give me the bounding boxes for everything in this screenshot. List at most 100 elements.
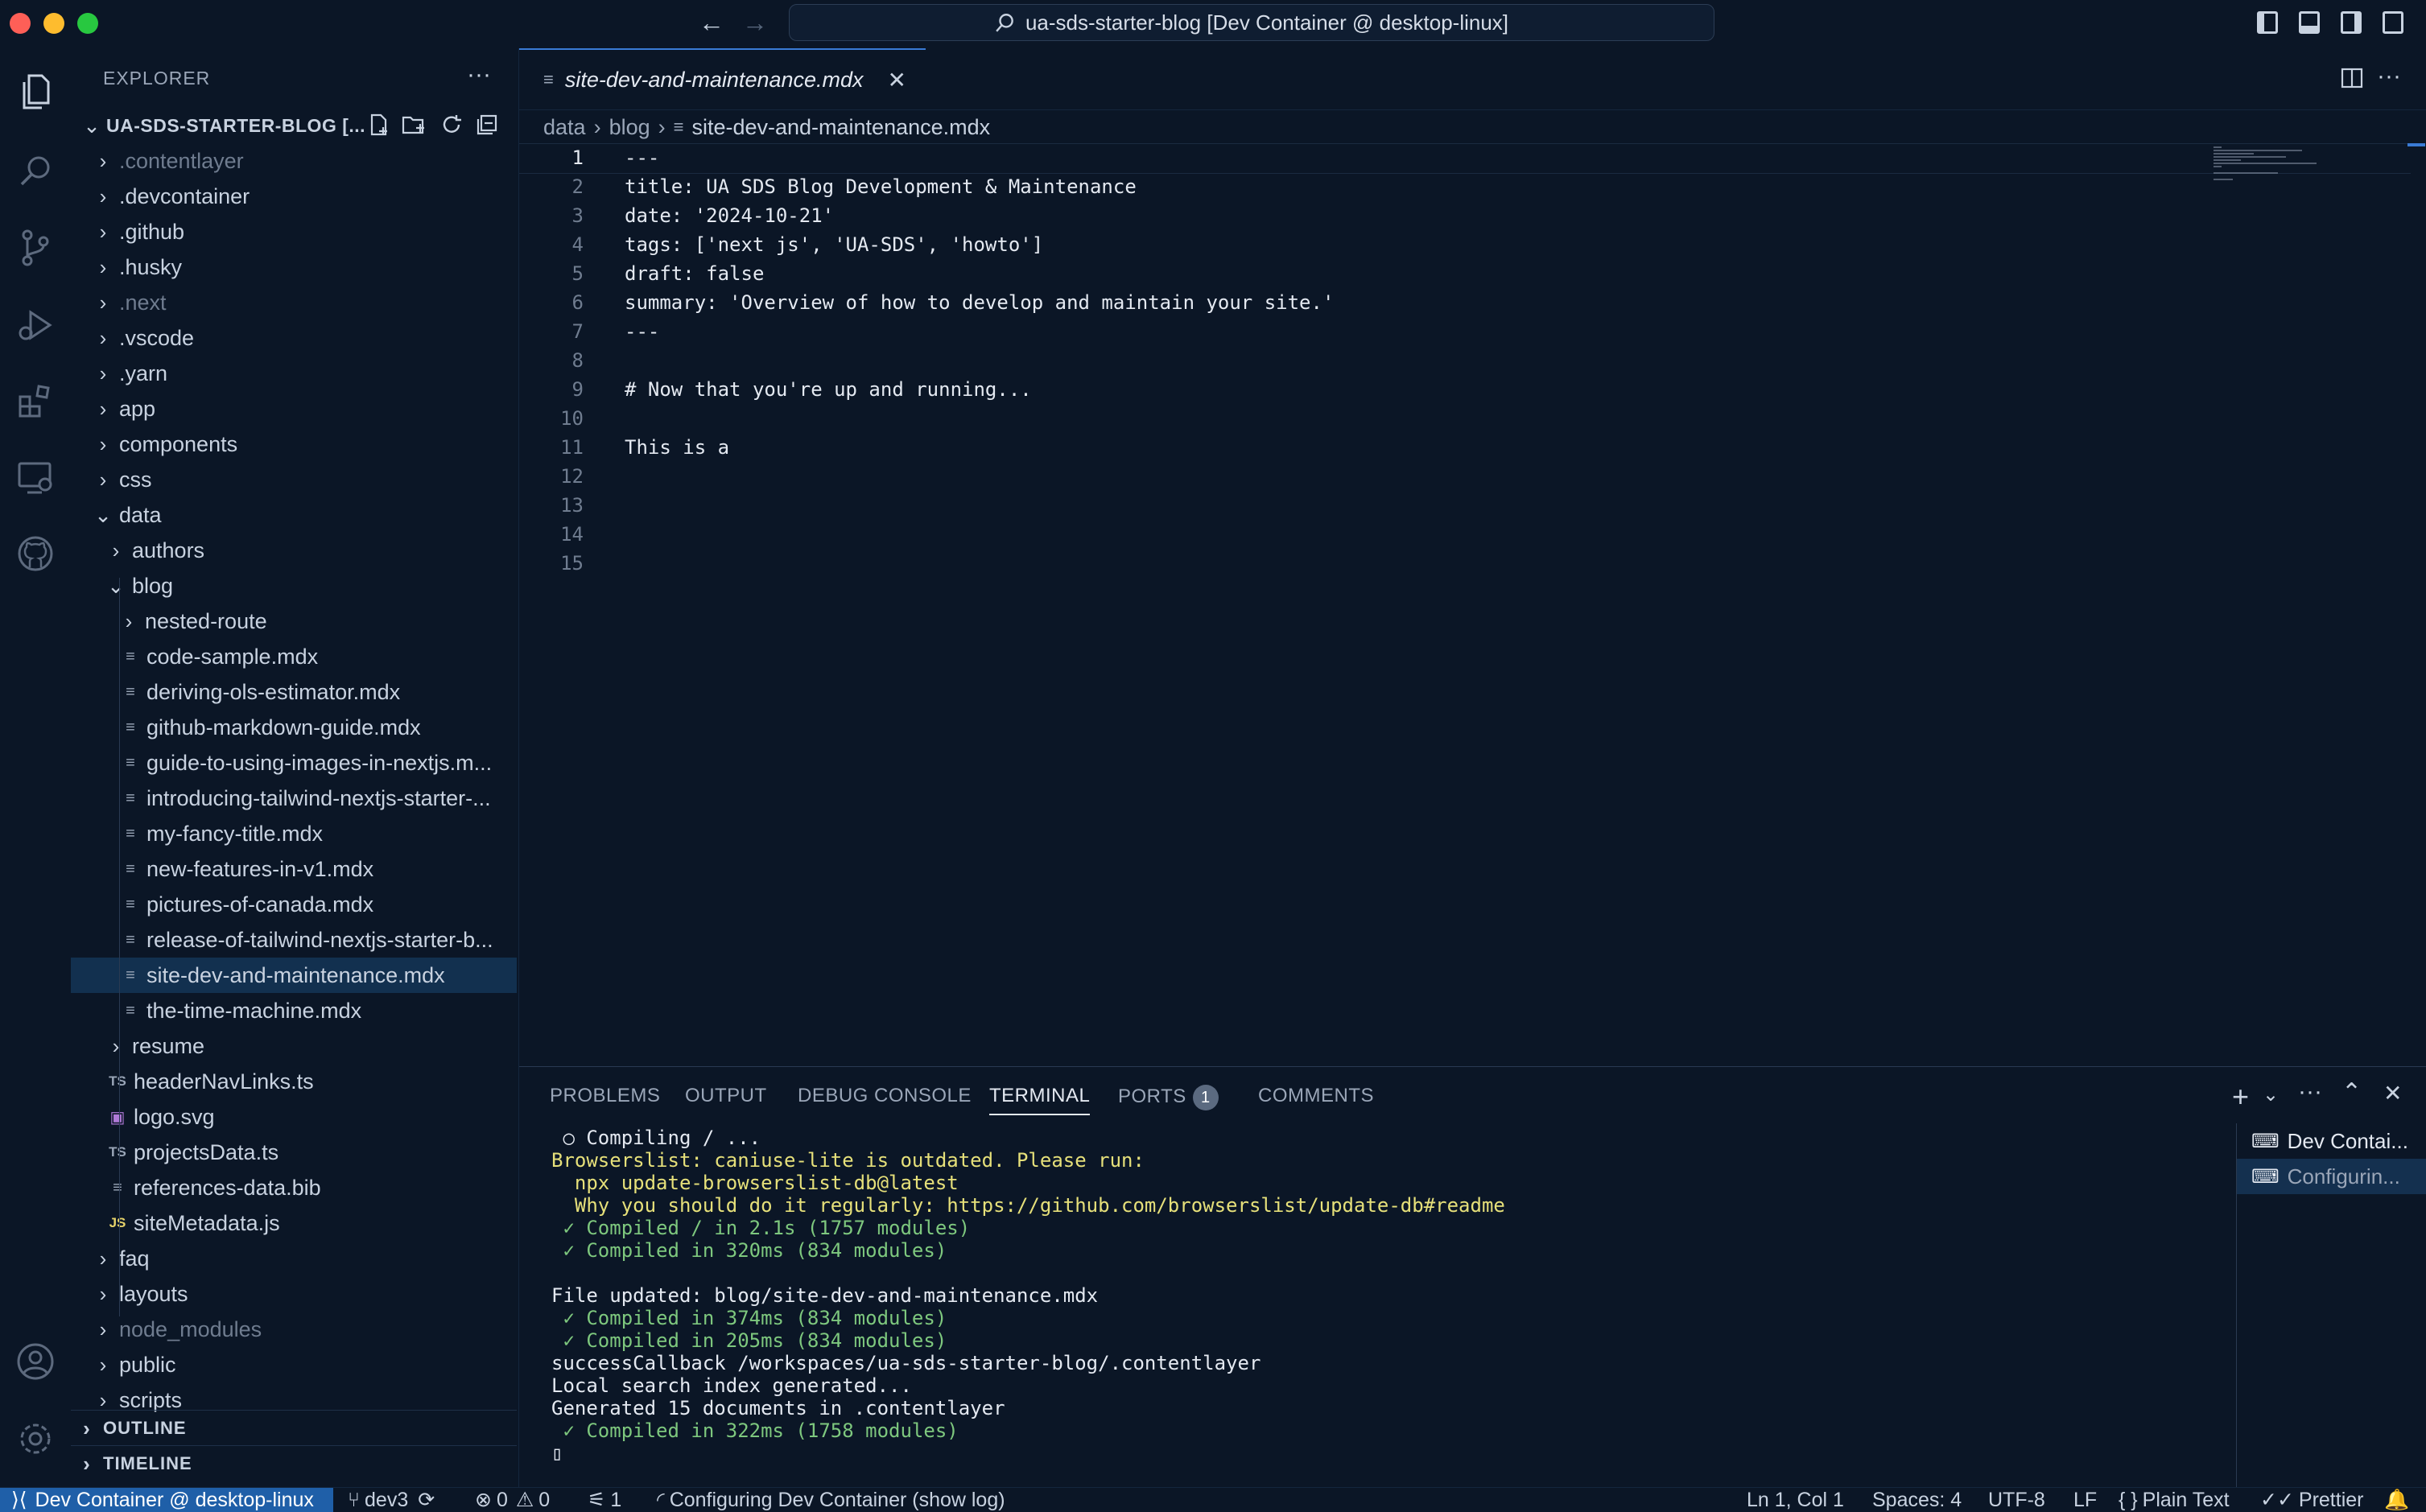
breadcrumb-blog[interactable]: blog — [609, 115, 650, 140]
toggle-primary-sidebar-icon[interactable] — [2257, 11, 2278, 34]
toggle-panel-icon[interactable] — [2299, 11, 2320, 34]
code-line[interactable]: 10 — [519, 404, 2209, 433]
ports-indicator[interactable]: ⚟ 1 — [588, 1488, 621, 1512]
scrollbar[interactable] — [2407, 143, 2425, 146]
terminal-instance[interactable]: ⌨ Dev Contai... — [2237, 1123, 2426, 1159]
panel-tab-ports[interactable]: PORTS 1 — [1118, 1085, 1219, 1110]
maximize-panel-icon[interactable]: ⌃ — [2341, 1078, 2362, 1106]
code-line[interactable]: 9 # Now that you're up and running... — [519, 375, 2209, 404]
tree-file[interactable]: ≡ guide-to-using-images-in-nextjs.m... — [71, 745, 517, 781]
panel-tab-debug-console[interactable]: DEBUG CONSOLE — [798, 1085, 972, 1107]
timeline-section[interactable]: › TIMELINE — [71, 1445, 517, 1481]
panel-tab-output[interactable]: OUTPUT — [685, 1085, 767, 1107]
panel-tab-problems[interactable]: PROBLEMS — [550, 1085, 660, 1107]
close-panel-icon[interactable]: ✕ — [2383, 1080, 2402, 1106]
tree-folder[interactable]: › css — [71, 462, 517, 497]
code-line[interactable]: 11 This is a — [519, 433, 2209, 462]
task-indicator[interactable]: ◜ Configuring Dev Container (show log) — [657, 1488, 1005, 1512]
formatter-indicator[interactable]: ✓✓ Prettier — [2260, 1488, 2364, 1512]
code-line[interactable]: 3 date: '2024-10-21' — [519, 201, 2209, 230]
customize-layout-icon[interactable] — [2383, 11, 2403, 34]
tree-folder[interactable]: › .husky — [71, 249, 517, 285]
outline-section[interactable]: › OUTLINE — [71, 1410, 517, 1446]
tree-folder[interactable]: › node_modules — [71, 1312, 517, 1347]
code-line[interactable]: 4 tags: ['next js', 'UA-SDS', 'howto'] — [519, 230, 2209, 259]
accounts-activity[interactable] — [13, 1339, 58, 1384]
command-center[interactable]: ua-sds-starter-blog [Dev Container @ des… — [789, 4, 1714, 41]
tree-file[interactable]: ≡ references-data.bib — [71, 1170, 517, 1205]
tree-file[interactable]: ≡ deriving-ols-estimator.mdx — [71, 674, 517, 710]
close-tab-icon[interactable]: ✕ — [888, 67, 906, 93]
new-terminal-icon[interactable]: + — [2232, 1080, 2249, 1114]
tree-folder[interactable]: › .contentlayer — [71, 143, 517, 179]
chevron-down-icon[interactable]: ⌄ — [2263, 1083, 2279, 1106]
github-activity[interactable] — [13, 531, 58, 576]
tree-folder[interactable]: › resume — [71, 1028, 517, 1064]
tree-folder[interactable]: › authors — [71, 533, 517, 568]
tree-folder[interactable]: › .devcontainer — [71, 179, 517, 214]
tree-file[interactable]: ≡ release-of-tailwind-nextjs-starter-b... — [71, 922, 517, 958]
tree-folder[interactable]: › nested-route — [71, 604, 517, 639]
end-of-line[interactable]: LF — [2073, 1488, 2097, 1512]
tree-folder[interactable]: ⌄ data — [71, 497, 517, 533]
tree-folder[interactable]: › .github — [71, 214, 517, 249]
panel-tab-comments[interactable]: COMMENTS — [1258, 1085, 1374, 1107]
cursor-position[interactable]: Ln 1, Col 1 — [1747, 1488, 1844, 1512]
code-line[interactable]: 8 — [519, 346, 2209, 375]
close-window-button[interactable] — [10, 13, 31, 34]
problems-indicator[interactable]: ⊗ 0 ⚠ 0 — [475, 1488, 550, 1512]
explorer-activity[interactable] — [13, 69, 58, 114]
code-line[interactable]: 2 title: UA SDS Blog Development & Mainte… — [519, 172, 2209, 201]
terminal-instance[interactable]: ⌨ Configurin... — [2237, 1159, 2426, 1194]
code-line[interactable]: 5 draft: false — [519, 259, 2209, 288]
tree-folder[interactable]: › public — [71, 1347, 517, 1382]
collapse-folders-icon[interactable] — [475, 113, 499, 141]
remote-explorer-activity[interactable] — [13, 455, 58, 501]
tree-file[interactable]: ▣ logo.svg — [71, 1099, 517, 1135]
more-actions-icon[interactable]: ··· — [467, 61, 491, 89]
minimap[interactable] — [2214, 145, 2318, 241]
branch-indicator[interactable]: ⑂ dev3 ⟳ — [348, 1488, 435, 1512]
code-line[interactable]: 13 — [519, 491, 2209, 520]
maximize-window-button[interactable] — [77, 13, 98, 34]
minimize-window-button[interactable] — [43, 13, 64, 34]
editor-more-actions-icon[interactable]: ··· — [2377, 63, 2401, 90]
breadcrumb-file[interactable]: site-dev-and-maintenance.mdx — [691, 115, 990, 140]
panel-tab-terminal[interactable]: TERMINAL — [989, 1085, 1091, 1115]
tree-file[interactable]: TS headerNavLinks.ts — [71, 1064, 517, 1099]
tree-file[interactable]: ≡ pictures-of-canada.mdx — [71, 887, 517, 922]
code-line[interactable]: 12 — [519, 462, 2209, 491]
search-activity[interactable] — [13, 148, 58, 193]
tree-file[interactable]: ≡ introducing-tailwind-nextjs-starter-... — [71, 781, 517, 816]
tree-file[interactable]: ≡ code-sample.mdx — [71, 639, 517, 674]
tree-file[interactable]: ≡ github-markdown-guide.mdx — [71, 710, 517, 745]
code-line[interactable]: 6 summary: 'Overview of how to develop an… — [519, 288, 2209, 317]
tree-file[interactable]: JS siteMetadata.js — [71, 1205, 517, 1241]
code-line[interactable]: 15 — [519, 549, 2209, 578]
tree-file[interactable]: ≡ my-fancy-title.mdx — [71, 816, 517, 851]
tree-folder[interactable]: › faq — [71, 1241, 517, 1276]
split-editor-icon[interactable] — [2340, 66, 2364, 94]
tree-folder[interactable]: › app — [71, 391, 517, 426]
tree-file[interactable]: TS projectsData.ts — [71, 1135, 517, 1170]
tree-folder[interactable]: › .yarn — [71, 356, 517, 391]
tree-folder[interactable]: › layouts — [71, 1276, 517, 1312]
editor-tab[interactable]: ≡ site-dev-and-maintenance.mdx ✕ — [519, 48, 926, 109]
forward-arrow-icon[interactable]: → — [742, 8, 768, 38]
back-arrow-icon[interactable]: ← — [699, 8, 724, 38]
tree-folder[interactable]: › .next — [71, 285, 517, 320]
encoding[interactable]: UTF-8 — [1988, 1488, 2045, 1512]
code-line[interactable]: 7 --- — [519, 317, 2209, 346]
extensions-activity[interactable] — [13, 378, 58, 423]
remote-indicator[interactable]: ⟩⟨ Dev Container @ desktop-linux — [0, 1488, 333, 1512]
notifications-bell-icon[interactable]: 🔔 — [2384, 1488, 2409, 1512]
language-mode[interactable]: { } Plain Text — [2119, 1488, 2230, 1512]
refresh-explorer-icon[interactable] — [439, 113, 464, 141]
code-line[interactable]: 1 --- — [519, 143, 2209, 172]
tree-folder[interactable]: ⌄ blog — [71, 568, 517, 604]
new-file-icon[interactable] — [367, 113, 391, 141]
run-debug-activity[interactable] — [13, 303, 58, 348]
tree-folder[interactable]: › components — [71, 426, 517, 462]
tree-file[interactable]: ≡ the-time-machine.mdx — [71, 993, 517, 1028]
tree-file[interactable]: ≡ new-features-in-v1.mdx — [71, 851, 517, 887]
